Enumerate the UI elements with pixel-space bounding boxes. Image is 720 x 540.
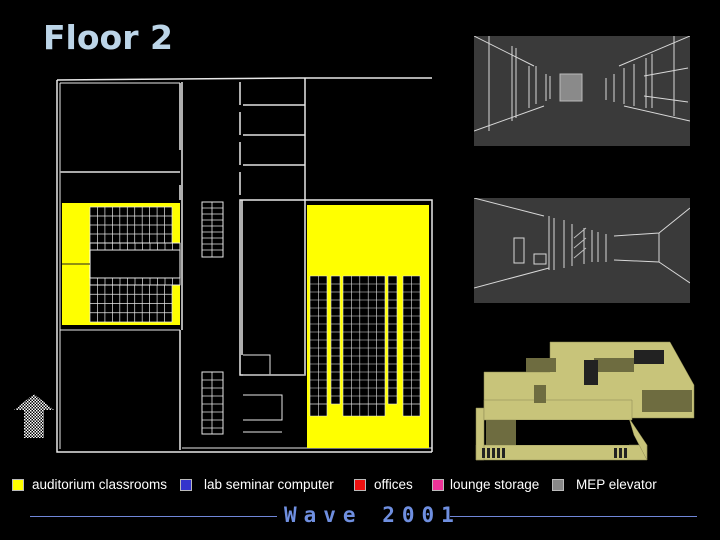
legend-swatch [12, 478, 24, 491]
footer-title: Wave 2001 [284, 503, 461, 527]
legend-item-offices: offices [354, 477, 413, 492]
legend-label: lab seminar computer [204, 477, 334, 492]
corridor-view-bottom [474, 198, 690, 303]
legend-item-lab: lab seminar computer [180, 477, 334, 492]
legend-swatch [354, 478, 366, 491]
legend-label: lounge storage [450, 477, 540, 492]
legend-item-lounge: lounge storage [432, 477, 539, 492]
corridor-view-top [474, 36, 690, 146]
north-arrow-icon [14, 394, 54, 438]
auditorium-left [62, 203, 181, 325]
legend-item-mep: MEP elevator [552, 477, 657, 492]
legend-swatch [552, 478, 564, 491]
legend-swatch [180, 478, 192, 491]
footer-rule-left [30, 516, 277, 517]
legend-label: MEP elevator [576, 477, 657, 492]
legend-label: auditorium classrooms [32, 477, 168, 492]
legend-swatch [432, 478, 444, 491]
legend-label: offices [374, 477, 413, 492]
color-legend: auditorium classrooms lab seminar comput… [0, 477, 720, 495]
legend-item-auditorium: auditorium classrooms [12, 477, 167, 492]
model-3d-view [474, 340, 700, 462]
footer-rule-right [450, 516, 697, 517]
